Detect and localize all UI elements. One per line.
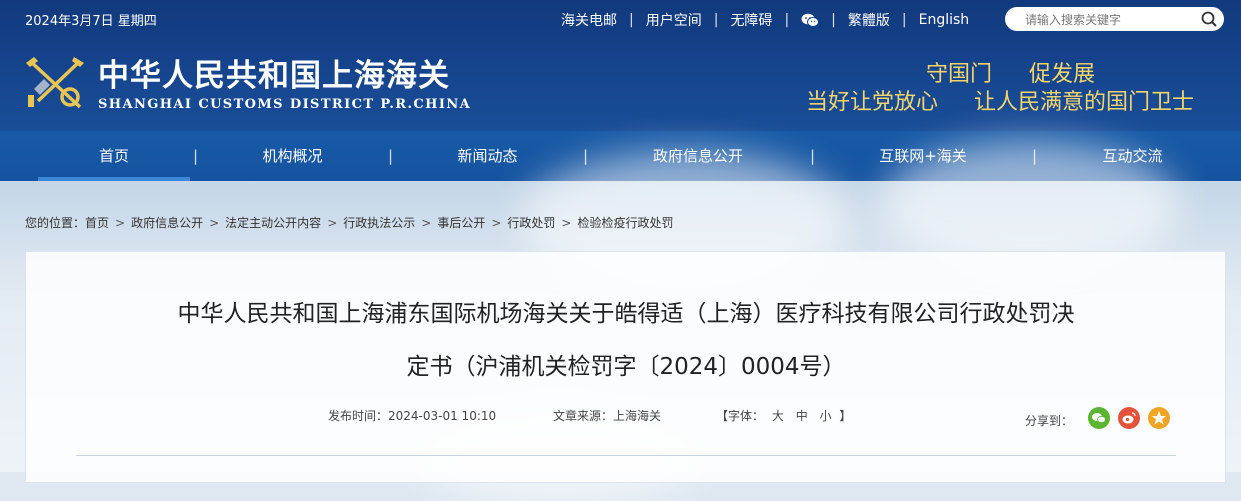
wechat-share-icon[interactable] bbox=[1088, 407, 1110, 429]
breadcrumb-separator: > bbox=[421, 216, 432, 230]
site-name-en: SHANGHAI CUSTOMS DISTRICT P.R.CHINA bbox=[98, 97, 472, 112]
favorite-share-icon[interactable] bbox=[1148, 407, 1170, 429]
breadcrumb-separator: > bbox=[209, 216, 220, 230]
customs-emblem-logo[interactable] bbox=[24, 55, 86, 113]
breadcrumb-separator: > bbox=[327, 216, 338, 230]
slogan-line-2: 当好让党放心 让人民满意的国门卫士 bbox=[806, 84, 1194, 116]
breadcrumb-prefix: 您的位置： bbox=[25, 216, 86, 230]
site-header: 2024年3月7日 星期四 海关电邮 | 用户空间 | 无障碍 | | 繁體版 … bbox=[0, 0, 1241, 131]
breadcrumb-gov-info[interactable]: 政府信息公开 bbox=[131, 216, 203, 230]
user-space-link[interactable]: 用户空间 bbox=[646, 10, 702, 30]
breadcrumb-inspection-penalty[interactable]: 检验检疫行政处罚 bbox=[577, 216, 673, 230]
breadcrumb-separator: > bbox=[115, 216, 126, 230]
article-panel: 中华人民共和国上海浦东国际机场海关关于皓得适（上海）医疗科技有限公司行政处罚决 … bbox=[25, 251, 1226, 483]
breadcrumb-separator: > bbox=[491, 216, 502, 230]
wechat-icon[interactable] bbox=[801, 13, 820, 27]
meta-divider bbox=[76, 455, 1176, 456]
search-icon[interactable] bbox=[1200, 10, 1218, 28]
article-title-line: 定书（沪浦机关检罚字〔2024〕0004号） bbox=[406, 354, 846, 380]
breadcrumb-home[interactable]: 首页 bbox=[85, 216, 109, 230]
article-title: 中华人民共和国上海浦东国际机场海关关于皓得适（上海）医疗科技有限公司行政处罚决 … bbox=[56, 288, 1196, 394]
content-area: 您的位置：首页 > 政府信息公开 > 法定主动公开内容 > 行政执法公示 > 事后公开 > 行政处罚… bbox=[0, 141, 1241, 501]
share-label: 分享到： bbox=[1025, 414, 1074, 428]
nav-separator: | bbox=[388, 147, 394, 165]
separator: | bbox=[784, 12, 790, 28]
breadcrumb-enforcement-publicity[interactable]: 行政执法公示 bbox=[343, 216, 415, 230]
article-source: 文章来源：上海海关 bbox=[553, 409, 662, 423]
separator: | bbox=[713, 12, 719, 28]
search-input[interactable] bbox=[1023, 11, 1197, 29]
separator: | bbox=[629, 12, 634, 28]
font-size-close: 】 bbox=[839, 409, 852, 423]
nav-separator: | bbox=[810, 147, 816, 165]
breadcrumb-separator: > bbox=[561, 216, 572, 230]
article-title-line: 中华人民共和国上海浦东国际机场海关关于皓得适（上海）医疗科技有限公司行政处罚决 bbox=[177, 301, 1075, 327]
site-name-cn: 中华人民共和国上海海关 bbox=[98, 58, 450, 94]
font-size-small[interactable]: 小 bbox=[820, 409, 832, 423]
nav-item-organization[interactable]: 机构概况 bbox=[230, 131, 355, 181]
weibo-share-icon[interactable] bbox=[1118, 407, 1140, 429]
separator: | bbox=[831, 12, 836, 28]
font-size-large[interactable]: 大 bbox=[772, 409, 784, 423]
slogan-text: 让人民满意的国门卫士 bbox=[974, 90, 1195, 115]
search-box bbox=[1005, 7, 1224, 31]
nav-item-news[interactable]: 新闻动态 bbox=[425, 131, 550, 181]
breadcrumb-admin-penalty[interactable]: 行政处罚 bbox=[507, 216, 555, 230]
breadcrumb-post-disclosure[interactable]: 事后公开 bbox=[437, 216, 485, 230]
current-date: 2024年3月7日 星期四 bbox=[25, 14, 157, 29]
separator: | bbox=[901, 12, 907, 28]
publish-time: 发布时间：2024-03-01 10:10 bbox=[328, 409, 497, 423]
breadcrumb-statutory-disclosure[interactable]: 法定主动公开内容 bbox=[225, 216, 321, 230]
nav-separator: | bbox=[583, 147, 589, 165]
customs-email-link[interactable]: 海关电邮 bbox=[561, 10, 617, 30]
font-size-medium[interactable]: 中 bbox=[796, 409, 808, 423]
nav-separator: | bbox=[193, 147, 199, 165]
traditional-chinese-link[interactable]: 繁體版 bbox=[848, 10, 890, 30]
breadcrumb: 您的位置：首页 > 政府信息公开 > 法定主动公开内容 > 行政执法公示 > 事后公开 > 行政处罚… bbox=[25, 214, 674, 231]
slogan-text: 当好让党放心 bbox=[806, 90, 939, 115]
font-size-control: 【字体： 大 中 小 】 bbox=[716, 407, 851, 424]
nav-item-home[interactable]: 首页 bbox=[38, 131, 190, 181]
english-link[interactable]: English bbox=[919, 12, 970, 28]
top-links: 海关电邮 | 用户空间 | 无障碍 | | 繁體版 | English bbox=[561, 10, 969, 30]
font-size-label: 【字体： bbox=[716, 409, 765, 423]
accessibility-link[interactable]: 无障碍 bbox=[730, 10, 772, 30]
